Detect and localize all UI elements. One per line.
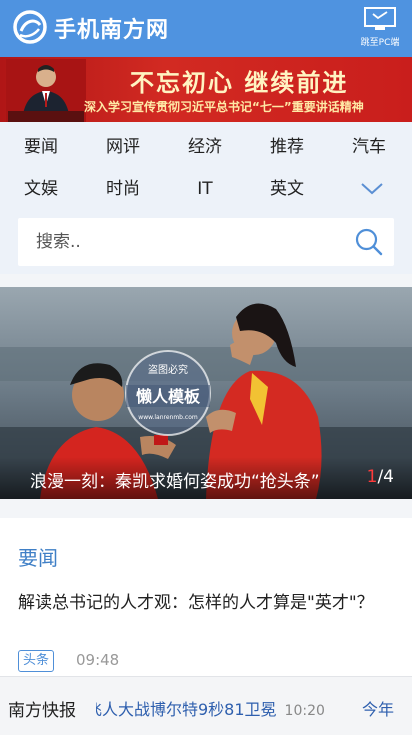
nav-item-commentary[interactable]: 网评 — [82, 126, 164, 168]
banner-portrait-image — [6, 59, 86, 122]
nav-item-economy[interactable]: 经济 — [164, 126, 246, 168]
ticker-item[interactable]: 飞人大战博尔特9秒81卫冕 10:20 — [96, 696, 325, 720]
nav-item-english[interactable]: 英文 — [246, 168, 328, 210]
nav-item-it[interactable]: IT — [164, 168, 246, 210]
ticker-label: 南方快报 — [8, 701, 76, 721]
nav-item-fashion[interactable]: 时尚 — [82, 168, 164, 210]
image-slider[interactable]: 盗图必究 懒人模板 www.lanrenmb.com 浪漫一刻：秦凯求婚何姿成功… — [0, 287, 412, 499]
nav-item-recommended[interactable]: 推荐 — [246, 126, 328, 168]
chevron-down-icon — [361, 183, 383, 195]
news-tag-badge: 头条 — [18, 650, 55, 672]
pc-link-label: 跳至PC端 — [360, 38, 400, 48]
watermark-badge: 盗图必究 懒人模板 www.lanrenmb.com — [125, 350, 211, 436]
news-ticker: 南方快报 飞人大战博尔特9秒81卫冕 10:20 今年 — [0, 676, 412, 735]
search-icon[interactable] — [354, 227, 384, 257]
site-name[interactable]: 手机南方网 — [54, 12, 169, 44]
slide-counter: 1/4 — [367, 467, 394, 487]
promo-banner[interactable]: 不忘初心 继续前进 深入学习宣传贯彻习近平总书记“七一”重要讲话精神 — [0, 57, 412, 122]
news-item-time: 09:48 — [76, 651, 120, 669]
ticker-item-text: 飞人大战博尔特9秒81卫冕 — [96, 700, 277, 719]
news-section: 要闻 解读总书记的人才观：怎样的人才算是"英才"？ 头条 09:48 — [0, 518, 412, 678]
banner-subtitle: 深入学习宣传贯彻习近平总书记“七一”重要讲话精神 — [84, 100, 364, 114]
switch-to-pc-button[interactable]: 跳至PC端 — [356, 6, 404, 52]
news-item-title[interactable]: 解读总书记的人才观：怎样的人才算是"英才"？ — [18, 590, 388, 617]
ticker-track: 飞人大战博尔特9秒81卫冕 10:20 今年 — [96, 677, 412, 735]
monitor-icon — [364, 7, 396, 30]
category-nav: 要闻 网评 经济 推荐 汽车 文娱 时尚 IT 英文 — [0, 122, 412, 212]
ticker-item-next[interactable]: 今年 — [362, 696, 394, 720]
search-section — [0, 212, 412, 274]
search-input[interactable] — [36, 218, 336, 266]
nav-item-news[interactable]: 要闻 — [0, 126, 82, 168]
section-heading[interactable]: 要闻 — [18, 542, 58, 571]
site-logo-icon[interactable] — [12, 9, 48, 45]
site-header: 手机南方网 跳至PC端 — [0, 0, 412, 57]
nav-item-entertainment[interactable]: 文娱 — [0, 168, 82, 210]
ticker-item-time: 10:20 — [284, 703, 325, 719]
slide-caption-bar: 浪漫一刻：秦凯求婚何姿成功“抢头条” 1/4 — [0, 457, 412, 499]
nav-expand-button[interactable] — [330, 168, 412, 210]
watermark-line3: www.lanrenmb.com — [138, 414, 198, 421]
slide-current-index: 1 — [366, 467, 378, 487]
slide-caption[interactable]: 浪漫一刻：秦凯求婚何姿成功“抢头条” — [30, 467, 320, 492]
watermark-line2: 懒人模板 — [136, 387, 201, 406]
slide-total: /4 — [377, 467, 394, 487]
mobile-page: 手机南方网 跳至PC端 不忘初心 继续前进 深入学习宣传贯彻习近平总书记“七一”… — [0, 0, 412, 735]
search-box — [18, 218, 394, 266]
watermark-line1: 盗图必究 — [148, 363, 188, 376]
nav-item-auto[interactable]: 汽车 — [328, 126, 410, 168]
banner-title: 不忘初心 继续前进 — [130, 69, 349, 97]
